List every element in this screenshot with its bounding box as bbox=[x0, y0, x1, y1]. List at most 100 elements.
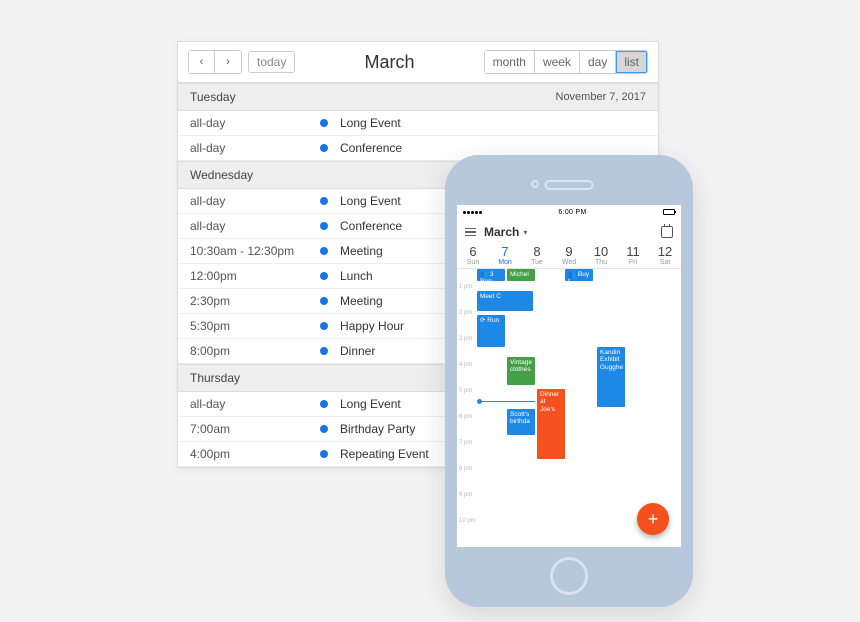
event-dot-icon bbox=[320, 450, 328, 458]
day-col[interactable]: 10 Thu bbox=[585, 245, 617, 266]
event-time: 5:30pm bbox=[190, 319, 320, 333]
view-month-button[interactable]: month bbox=[485, 51, 535, 73]
view-week-button[interactable]: week bbox=[535, 51, 580, 73]
home-button[interactable] bbox=[550, 557, 588, 595]
day-header: Tuesday November 7, 2017 bbox=[178, 83, 658, 111]
event-block[interactable]: Kandin Exhibit Gugghe bbox=[597, 347, 625, 407]
event-title: Long Event bbox=[340, 116, 401, 130]
day-col[interactable]: 9 Wed bbox=[553, 245, 585, 266]
now-indicator bbox=[480, 401, 535, 402]
day-number: 11 bbox=[617, 245, 649, 259]
view-day-button[interactable]: day bbox=[580, 51, 616, 73]
hour-label: 6 pm bbox=[459, 414, 472, 420]
day-label: Wed bbox=[553, 259, 585, 266]
day-label: Sat bbox=[649, 259, 681, 266]
phone-screen: 6:00 PM March ▾ 6 Sun 7 Mon 8 Tue bbox=[457, 205, 681, 547]
chevron-right-icon: › bbox=[226, 56, 230, 68]
event-block[interactable]: Dinner at Joe's bbox=[537, 389, 565, 459]
event-time: all-day bbox=[190, 219, 320, 233]
event-time: 8:00pm bbox=[190, 344, 320, 358]
event-title: Happy Hour bbox=[340, 319, 404, 333]
event-title: Birthday Party bbox=[340, 422, 415, 436]
day-col[interactable]: 12 Sat bbox=[649, 245, 681, 266]
event-time: 7:00am bbox=[190, 422, 320, 436]
hour-label: 1 pm bbox=[459, 284, 472, 290]
event-title: Meeting bbox=[340, 294, 383, 308]
event-title: Conference bbox=[340, 219, 402, 233]
day-number: 7 bbox=[489, 245, 521, 259]
event-block[interactable]: Michel bbox=[507, 269, 535, 281]
event-block[interactable]: 👥 Buy t bbox=[565, 269, 593, 281]
camera-icon bbox=[531, 180, 539, 188]
view-switcher: month week day list bbox=[484, 50, 648, 74]
day-number: 8 bbox=[521, 245, 553, 259]
event-title: Dinner bbox=[340, 344, 375, 358]
event-time: all-day bbox=[190, 116, 320, 130]
nav-group: ‹ › bbox=[188, 50, 242, 74]
menu-icon[interactable] bbox=[465, 228, 476, 236]
status-bar: 6:00 PM bbox=[457, 205, 681, 219]
chevron-down-icon[interactable]: ▾ bbox=[523, 228, 527, 237]
event-dot-icon bbox=[320, 322, 328, 330]
prev-button[interactable]: ‹ bbox=[189, 51, 215, 73]
event-dot-icon bbox=[320, 297, 328, 305]
day-number: 9 bbox=[553, 245, 585, 259]
day-label: Thu bbox=[585, 259, 617, 266]
event-title: Long Event bbox=[340, 194, 401, 208]
phone-mockup: 6:00 PM March ▾ 6 Sun 7 Mon 8 Tue bbox=[445, 155, 693, 607]
event-title: Conference bbox=[340, 141, 402, 155]
event-time: 12:00pm bbox=[190, 269, 320, 283]
event-block[interactable]: 👥 3 Rep bbox=[477, 269, 505, 281]
day-number: 12 bbox=[649, 245, 681, 259]
signal-icon bbox=[463, 211, 482, 214]
chevron-left-icon: ‹ bbox=[200, 56, 204, 68]
event-dot-icon bbox=[320, 272, 328, 280]
day-col[interactable]: 8 Tue bbox=[521, 245, 553, 266]
event-dot-icon bbox=[320, 119, 328, 127]
event-block[interactable]: ⟳ Run bbox=[477, 315, 505, 347]
event-dot-icon bbox=[320, 144, 328, 152]
hour-label: 8 pm bbox=[459, 466, 472, 472]
hour-label: 10 pm bbox=[459, 518, 476, 524]
day-label: Sun bbox=[457, 259, 489, 266]
day-label: Fri bbox=[617, 259, 649, 266]
day-of-week: Wednesday bbox=[190, 168, 253, 182]
day-col[interactable]: 7 Mon bbox=[489, 245, 521, 266]
day-col[interactable]: 11 Fri bbox=[617, 245, 649, 266]
view-list-button[interactable]: list bbox=[616, 51, 647, 73]
add-event-button[interactable]: + bbox=[637, 503, 669, 535]
event-title: Meeting bbox=[340, 244, 383, 258]
day-col[interactable]: 6 Sun bbox=[457, 245, 489, 266]
event-dot-icon bbox=[320, 347, 328, 355]
event-dot-icon bbox=[320, 197, 328, 205]
event-row[interactable]: all-day Long Event bbox=[178, 111, 658, 136]
timeline[interactable]: 1 pm 2 pm 3 pm 4 pm 5 pm 6 pm 7 pm 8 pm … bbox=[457, 269, 681, 529]
event-time: all-day bbox=[190, 397, 320, 411]
day-of-week: Thursday bbox=[190, 371, 240, 385]
day-label: Tue bbox=[521, 259, 553, 266]
day-number: 6 bbox=[457, 245, 489, 259]
day-of-week: Tuesday bbox=[190, 90, 236, 104]
day-label: Mon bbox=[489, 259, 521, 266]
day-date: November 7, 2017 bbox=[556, 91, 647, 103]
event-time: 2:30pm bbox=[190, 294, 320, 308]
hour-label: 9 pm bbox=[459, 492, 472, 498]
event-block[interactable]: Meet C bbox=[477, 291, 533, 311]
event-time: 4:00pm bbox=[190, 447, 320, 461]
today-button[interactable]: today bbox=[248, 51, 295, 73]
event-title: Repeating Event bbox=[340, 447, 429, 461]
event-time: all-day bbox=[190, 194, 320, 208]
event-time: all-day bbox=[190, 141, 320, 155]
event-block[interactable]: Scott's birthda bbox=[507, 409, 535, 435]
battery-icon bbox=[663, 209, 675, 215]
next-button[interactable]: › bbox=[215, 51, 241, 73]
hour-label: 5 pm bbox=[459, 388, 472, 394]
event-block[interactable]: Vintage clothes bbox=[507, 357, 535, 385]
status-time: 6:00 PM bbox=[558, 209, 586, 216]
event-dot-icon bbox=[320, 222, 328, 230]
app-title[interactable]: March bbox=[484, 225, 519, 239]
hour-label: 7 pm bbox=[459, 440, 472, 446]
hour-label: 4 pm bbox=[459, 362, 472, 368]
calendar-icon[interactable] bbox=[661, 226, 673, 238]
hour-label: 2 pm bbox=[459, 310, 472, 316]
